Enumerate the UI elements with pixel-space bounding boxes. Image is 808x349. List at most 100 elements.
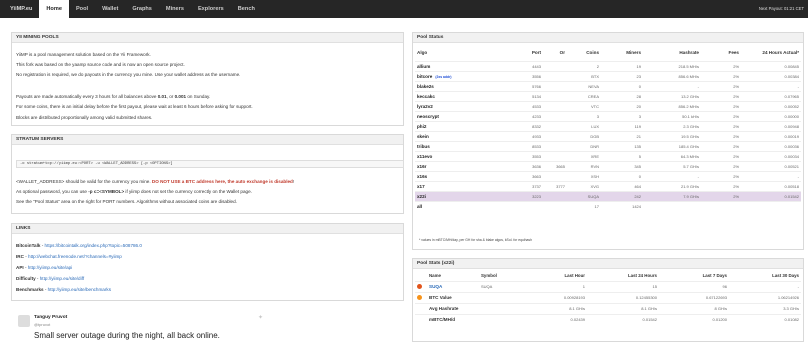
- nav-home[interactable]: Home: [39, 0, 69, 18]
- algo-port: 3223: [519, 190, 543, 201]
- algo-or-port: [543, 90, 567, 101]
- col-last-hour: Last Hour: [564, 273, 586, 279]
- algo-actual-text: 0.00521: [784, 163, 799, 169]
- algo-coins-text: XVG: [590, 183, 599, 189]
- algo-hashrate-text: 50.1 kH/s: [682, 113, 699, 119]
- algo-name-text: tribus: [417, 143, 430, 149]
- algo-hashrate-text: 856.6 MH/s: [678, 73, 699, 79]
- algo-row-x16s[interactable]: x16s 3663 XSH 0 - 2% -: [415, 170, 801, 181]
- algo-name-text: all: [417, 203, 423, 209]
- stats-last-24h: 0.01542: [587, 313, 659, 325]
- stats-name: mBTC/MH/d: [427, 313, 479, 325]
- algo-actual-text: 0.00019: [784, 133, 799, 139]
- algo-or-port-text: 3777: [556, 183, 565, 189]
- twitter-bird-icon[interactable]: ✦: [258, 315, 266, 321]
- algo-row-allium[interactable]: allium 4443 2 19 218.5 MH/s 2% 0.00845: [415, 60, 801, 71]
- stats-last-hour: 1: [527, 280, 587, 292]
- algo-fees-text: 2%: [733, 143, 739, 149]
- algo-miners-text: 0: [638, 83, 641, 89]
- stratum-command[interactable]: -o stratum+tcp://yiimp.eu:<PORT> -u <WAL…: [16, 160, 404, 168]
- algo-coins: CREA: [567, 90, 601, 101]
- stats-last-hour: 8.1 GH/s: [527, 302, 587, 314]
- brand-link[interactable]: YiiMP.eu: [0, 6, 39, 12]
- algo-row-blake2s[interactable]: blake2s 5766 NEVA 0 - 2% -: [415, 80, 801, 91]
- algo-name: all: [415, 200, 519, 211]
- nav-pool[interactable]: Pool: [69, 0, 95, 18]
- algo-row-x17[interactable]: x17 3737 3777 XVG 464 21.9 GH/s 2% 0.00518: [415, 180, 801, 191]
- stats-name[interactable]: SUQA: [427, 280, 479, 292]
- algo-row-bitcore[interactable]: bitcore (2xs addr) 3556 BTX 23 856.6 MH/s 2% 0.…: [415, 70, 801, 81]
- algo-coins-text: LUX: [591, 123, 599, 129]
- algo-miners-text: 23: [636, 73, 641, 79]
- algo-port: 4233: [519, 110, 543, 121]
- algo-or-port: [543, 60, 567, 71]
- algo-actual: 0.00034: [741, 150, 801, 161]
- algo-row-phi2[interactable]: phi2 8332 LUX 119 2.3 GH/s 2% 0.00948: [415, 120, 801, 131]
- links-panel: LINKS BitcoinTalk - https://bitcointalk.…: [11, 223, 404, 301]
- algo-actual-text: 0.00036: [784, 143, 799, 149]
- algo-name: allium: [415, 60, 519, 71]
- algo-name: blake2s: [415, 80, 519, 91]
- algo-miners-text: 21: [636, 133, 641, 139]
- algo-hashrate: 218.5 MH/s: [643, 60, 701, 71]
- nav-wallet[interactable]: Wallet: [95, 0, 125, 18]
- col-port[interactable]: Port: [519, 45, 543, 61]
- stats-last-hour: 0.02439: [527, 313, 587, 325]
- algo-fees-text: 2%: [733, 163, 739, 169]
- algo-row-skein[interactable]: skein 4933 DGB 21 19.5 GH/s 2% 0.00019: [415, 130, 801, 141]
- algo-coins-text: XSH: [590, 173, 599, 179]
- algo-row-all[interactable]: all 17 1424: [415, 200, 801, 211]
- col-algo[interactable]: Algo: [415, 45, 519, 61]
- col-24h-actual[interactable]: 24 Hours Actual*: [741, 45, 801, 61]
- algo-port: 3737: [519, 180, 543, 191]
- algo-port-text: 5134: [532, 93, 541, 99]
- algo-hashrate-text: 7.9 GH/s: [683, 193, 699, 199]
- algo-fees: 2%: [701, 80, 741, 91]
- col-or[interactable]: Or: [543, 45, 567, 61]
- tweet-text: Small server outage during the night, al…: [34, 331, 220, 340]
- nav-bench[interactable]: Bench: [231, 0, 262, 18]
- algo-fees: 2%: [701, 150, 741, 161]
- algo-miners: 5: [601, 150, 643, 161]
- algo-actual: [741, 200, 801, 211]
- algo-miners-text: 1424: [632, 203, 641, 209]
- algo-coins-text: SUQA: [587, 193, 599, 199]
- col-fees[interactable]: Fees: [701, 45, 741, 61]
- stratum-panel: STRATUM SERVERS -o stratum+tcp://yiimp.e…: [11, 134, 404, 214]
- col-coins[interactable]: Coins: [567, 45, 601, 61]
- algo-hashrate: 19.5 GH/s: [643, 130, 701, 141]
- col-hashrate[interactable]: Hashrate: [643, 45, 701, 61]
- algo-row-tribus[interactable]: tribus 8533 DNR 135 185.4 GH/s 2% 0.00036: [415, 140, 801, 151]
- algo-fees-text: 2%: [733, 103, 739, 109]
- algo-hashrate-text: 64.3 MH/s: [680, 153, 699, 159]
- algo-fees-text: 2%: [733, 63, 739, 69]
- algo-name: bitcore (2xs addr): [415, 70, 519, 81]
- algo-fees: 2%: [701, 160, 741, 171]
- algo-row-neoscrypt[interactable]: neoscrypt 4233 3 3 50.1 kH/s 2% 0.00000: [415, 110, 801, 121]
- algo-actual: 0.00948: [741, 120, 801, 131]
- algo-row-x11evo[interactable]: x11evo 3553 XRE 5 64.3 MH/s 2% 0.00034: [415, 150, 801, 161]
- tweet-author[interactable]: Tanguy Pruvot: [34, 315, 67, 320]
- algo-row-keccakc[interactable]: keccakc 5134 CREA 28 13.2 GH/s 2% 0.07965: [415, 90, 801, 101]
- algo-hashrate-text: 19.5 GH/s: [680, 133, 699, 139]
- algo-miners: 3: [601, 110, 643, 121]
- col-miners[interactable]: Miners: [601, 45, 643, 61]
- nav-graphs[interactable]: Graphs: [125, 0, 159, 18]
- algo-hashrate: 5.7 GH/s: [643, 160, 701, 171]
- algo-fees: 2%: [701, 190, 741, 201]
- tweet-handle[interactable]: @tpruvot: [34, 322, 50, 327]
- suqa-coin-icon: [417, 283, 422, 289]
- nav-explorers[interactable]: Explorers: [191, 0, 231, 18]
- algo-fees-text: 2%: [733, 93, 739, 99]
- algo-tag[interactable]: (2xs addr): [435, 75, 451, 79]
- algo-row-lyra2v2[interactable]: lyra2v2 4533 VTC 20 856.2 MH/s 2% 0.00052: [415, 100, 801, 111]
- algo-row-x16r[interactable]: x16r 3636 3665 RVN 345 5.7 GH/s 2% 0.00521: [415, 160, 801, 171]
- algo-coins: VTC: [567, 100, 601, 111]
- avatar[interactable]: [18, 315, 30, 327]
- nav-miners[interactable]: Miners: [159, 0, 191, 18]
- algo-row-x22i[interactable]: x22i 3223 SUQA 242 7.9 GH/s 2% 0.01542: [415, 190, 801, 201]
- col-last-7d: Last 7 Days: [702, 273, 727, 279]
- algo-port: 8533: [519, 140, 543, 151]
- stats-last-hour: 0.00928193: [527, 291, 587, 303]
- stats-symbol: [479, 313, 527, 325]
